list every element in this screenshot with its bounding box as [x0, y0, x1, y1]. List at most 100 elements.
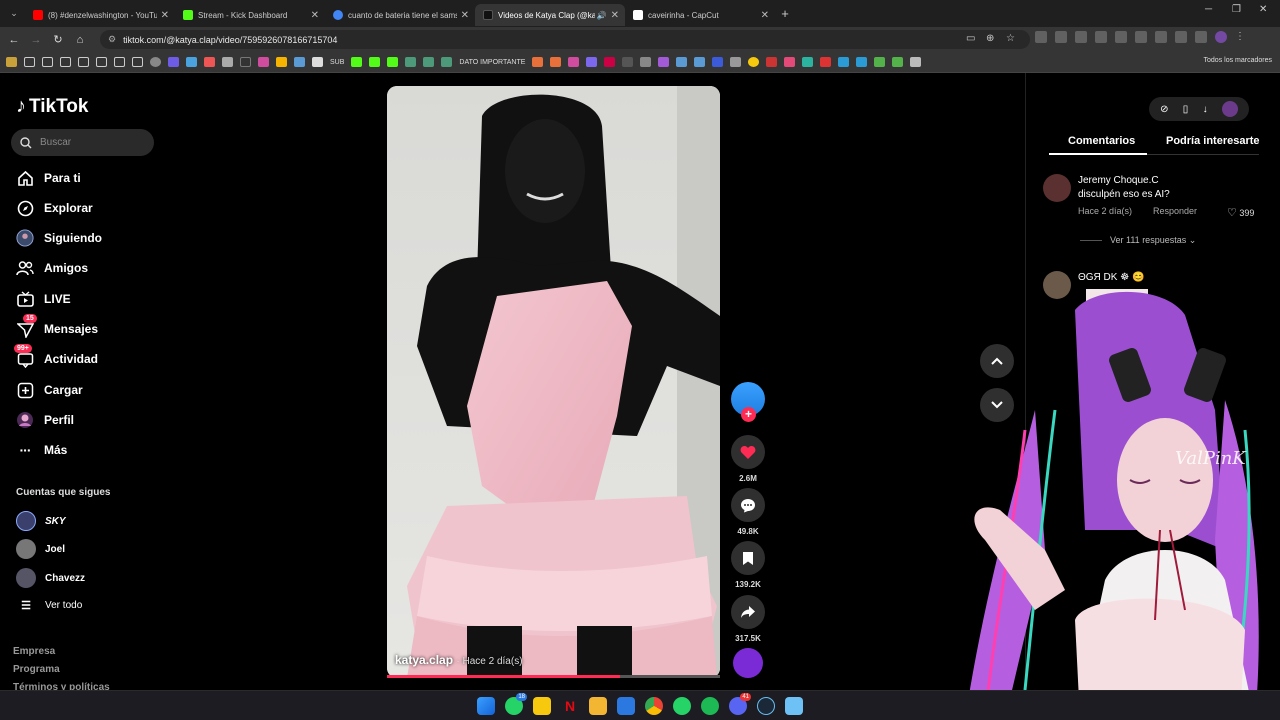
- whatsapp-icon[interactable]: [673, 696, 691, 715]
- bookmark-icon[interactable]: [892, 57, 904, 67]
- bookmark-icon[interactable]: [910, 57, 922, 67]
- tab-comentarios[interactable]: Comentarios: [1068, 135, 1135, 147]
- kick-bookmark-icon[interactable]: [387, 57, 399, 67]
- tab-close-icon[interactable]: ✕: [161, 10, 169, 21]
- view-replies-button[interactable]: Ver 111 respuestas ⌄: [1110, 235, 1196, 246]
- steam-icon[interactable]: [757, 696, 775, 715]
- following-account[interactable]: Chavezz: [16, 568, 85, 588]
- extension-icon[interactable]: [1135, 31, 1147, 43]
- sticky-notes-icon[interactable]: [533, 696, 551, 715]
- bookmark-icon[interactable]: [820, 57, 832, 67]
- menu-amigos[interactable]: Amigos: [16, 259, 88, 277]
- phone-icon[interactable]: ▯: [1183, 104, 1189, 115]
- bookmark-icon[interactable]: [694, 57, 706, 67]
- bookmark-icon[interactable]: [730, 57, 742, 67]
- bookmark-sub[interactable]: SUB: [330, 59, 344, 66]
- save-button[interactable]: 139.2K: [731, 541, 765, 589]
- cast-icon[interactable]: ▭: [966, 33, 975, 44]
- avatar[interactable]: [1043, 271, 1071, 299]
- folder-icon[interactable]: [132, 57, 143, 67]
- back-icon[interactable]: ←: [3, 34, 25, 46]
- bookmark-icon[interactable]: [222, 57, 233, 67]
- profile-avatar-icon[interactable]: [1215, 31, 1227, 43]
- extension-icon[interactable]: [1115, 31, 1127, 43]
- forward-icon[interactable]: →: [25, 34, 47, 46]
- footer-link[interactable]: Programa: [13, 664, 60, 675]
- tiktok-logo[interactable]: ♪ TikTok: [16, 95, 88, 118]
- menu-siguiendo[interactable]: Siguiendo: [16, 229, 102, 247]
- video-progress-bar[interactable]: [387, 675, 720, 678]
- minimize-icon[interactable]: ─: [1205, 4, 1212, 15]
- bookmark-icon[interactable]: [748, 57, 760, 67]
- bookmark-icon[interactable]: [802, 57, 814, 67]
- reply-button[interactable]: Responder: [1153, 206, 1197, 216]
- bookmark-icon[interactable]: [856, 57, 868, 67]
- menu-live[interactable]: LIVE: [16, 290, 71, 308]
- comment-button[interactable]: 49.8K: [731, 488, 765, 536]
- all-bookmarks[interactable]: Todos los marcadores: [1204, 57, 1272, 64]
- bookmark-icon[interactable]: [676, 57, 688, 67]
- menu-mas[interactable]: ··· Más: [16, 441, 68, 459]
- speaker-icon[interactable]: 🔊: [597, 11, 607, 20]
- bookmark-icon[interactable]: [604, 57, 616, 67]
- menu-actividad[interactable]: 99+ Actividad: [14, 344, 98, 368]
- bookmark-icon[interactable]: [240, 57, 251, 67]
- menu-cargar[interactable]: Cargar: [16, 381, 83, 399]
- bookmark-icon[interactable]: [640, 57, 652, 67]
- tab-google[interactable]: cuanto de bateria tiene el sams ✕: [325, 4, 475, 26]
- see-all-button[interactable]: ☰ Ver todo: [16, 599, 82, 612]
- tab-youtube[interactable]: (8) #denzelwashington - YouTube ✕: [25, 4, 175, 26]
- bookmark-icon[interactable]: [532, 57, 544, 67]
- bookmark-icon[interactable]: [294, 57, 305, 67]
- bookmark-icon[interactable]: [150, 57, 161, 67]
- author-avatar-button[interactable]: +: [731, 382, 765, 422]
- extension-icon[interactable]: [1075, 31, 1087, 43]
- extension-icon[interactable]: [1055, 31, 1067, 43]
- tab-search-icon[interactable]: ⌄: [3, 4, 25, 24]
- tab-close-icon[interactable]: ✕: [761, 10, 769, 21]
- bookmark-icon[interactable]: [658, 57, 670, 67]
- menu-perfil[interactable]: Perfil: [16, 411, 74, 429]
- folder-icon[interactable]: [78, 57, 89, 67]
- sound-disc-button[interactable]: [731, 648, 765, 678]
- tab-kick[interactable]: Stream - Kick Dashboard ✕: [175, 4, 325, 26]
- close-window-icon[interactable]: ✕: [1259, 4, 1267, 15]
- bookmark-icon[interactable]: [550, 57, 562, 67]
- kick-bookmark-icon[interactable]: [351, 57, 363, 67]
- search-input[interactable]: Buscar: [11, 129, 154, 156]
- file-explorer-icon[interactable]: [589, 696, 607, 715]
- bookmark-icon[interactable]: [405, 57, 417, 67]
- footer-link[interactable]: Empresa: [13, 646, 55, 657]
- follow-plus-icon[interactable]: +: [741, 407, 756, 422]
- download-icon[interactable]: ↓: [1203, 104, 1208, 115]
- tab-podria-interesarte[interactable]: Podría interesarte: [1166, 135, 1260, 147]
- tab-close-icon[interactable]: ✕: [461, 10, 469, 21]
- tab-capcut[interactable]: caveirinha - CapCut ✕: [625, 4, 775, 26]
- bookmark-icon[interactable]: [568, 57, 580, 67]
- spotify-icon[interactable]: [701, 696, 719, 715]
- following-account[interactable]: SKY: [16, 511, 66, 531]
- comment-image[interactable]: [1086, 289, 1148, 379]
- url-field[interactable]: ⚙ tiktok.com/@katya.clap/video/759592607…: [100, 30, 1030, 49]
- folder-icon[interactable]: [24, 57, 35, 67]
- tab-tiktok[interactable]: Videos de Katya Clap (@katya. 🔊 ✕: [475, 4, 625, 26]
- folder-icon[interactable]: [114, 57, 125, 67]
- menu-mensajes[interactable]: 15 Mensajes: [16, 314, 98, 338]
- folder-icon[interactable]: [96, 57, 107, 67]
- bookmark-icon[interactable]: [874, 57, 886, 67]
- previous-video-button[interactable]: [980, 344, 1014, 378]
- bookmark-icon[interactable]: [766, 57, 778, 67]
- kick-bookmark-icon[interactable]: [369, 57, 381, 67]
- discord-icon[interactable]: 41: [729, 692, 751, 715]
- bookmark-icon[interactable]: [204, 57, 215, 67]
- bookmark-icon[interactable]: [441, 57, 453, 67]
- reload-icon[interactable]: ↻: [47, 33, 69, 46]
- whatsapp-icon[interactable]: 18: [505, 692, 527, 715]
- windows-start-icon[interactable]: [477, 696, 495, 715]
- tab-close-icon[interactable]: ✕: [611, 10, 619, 21]
- bookmark-icon[interactable]: [276, 57, 287, 67]
- bookmark-icon[interactable]: [838, 57, 850, 67]
- bookmark-star-icon[interactable]: ☆: [1006, 33, 1015, 44]
- folder-icon[interactable]: [60, 57, 71, 67]
- extension-icon[interactable]: [1155, 31, 1167, 43]
